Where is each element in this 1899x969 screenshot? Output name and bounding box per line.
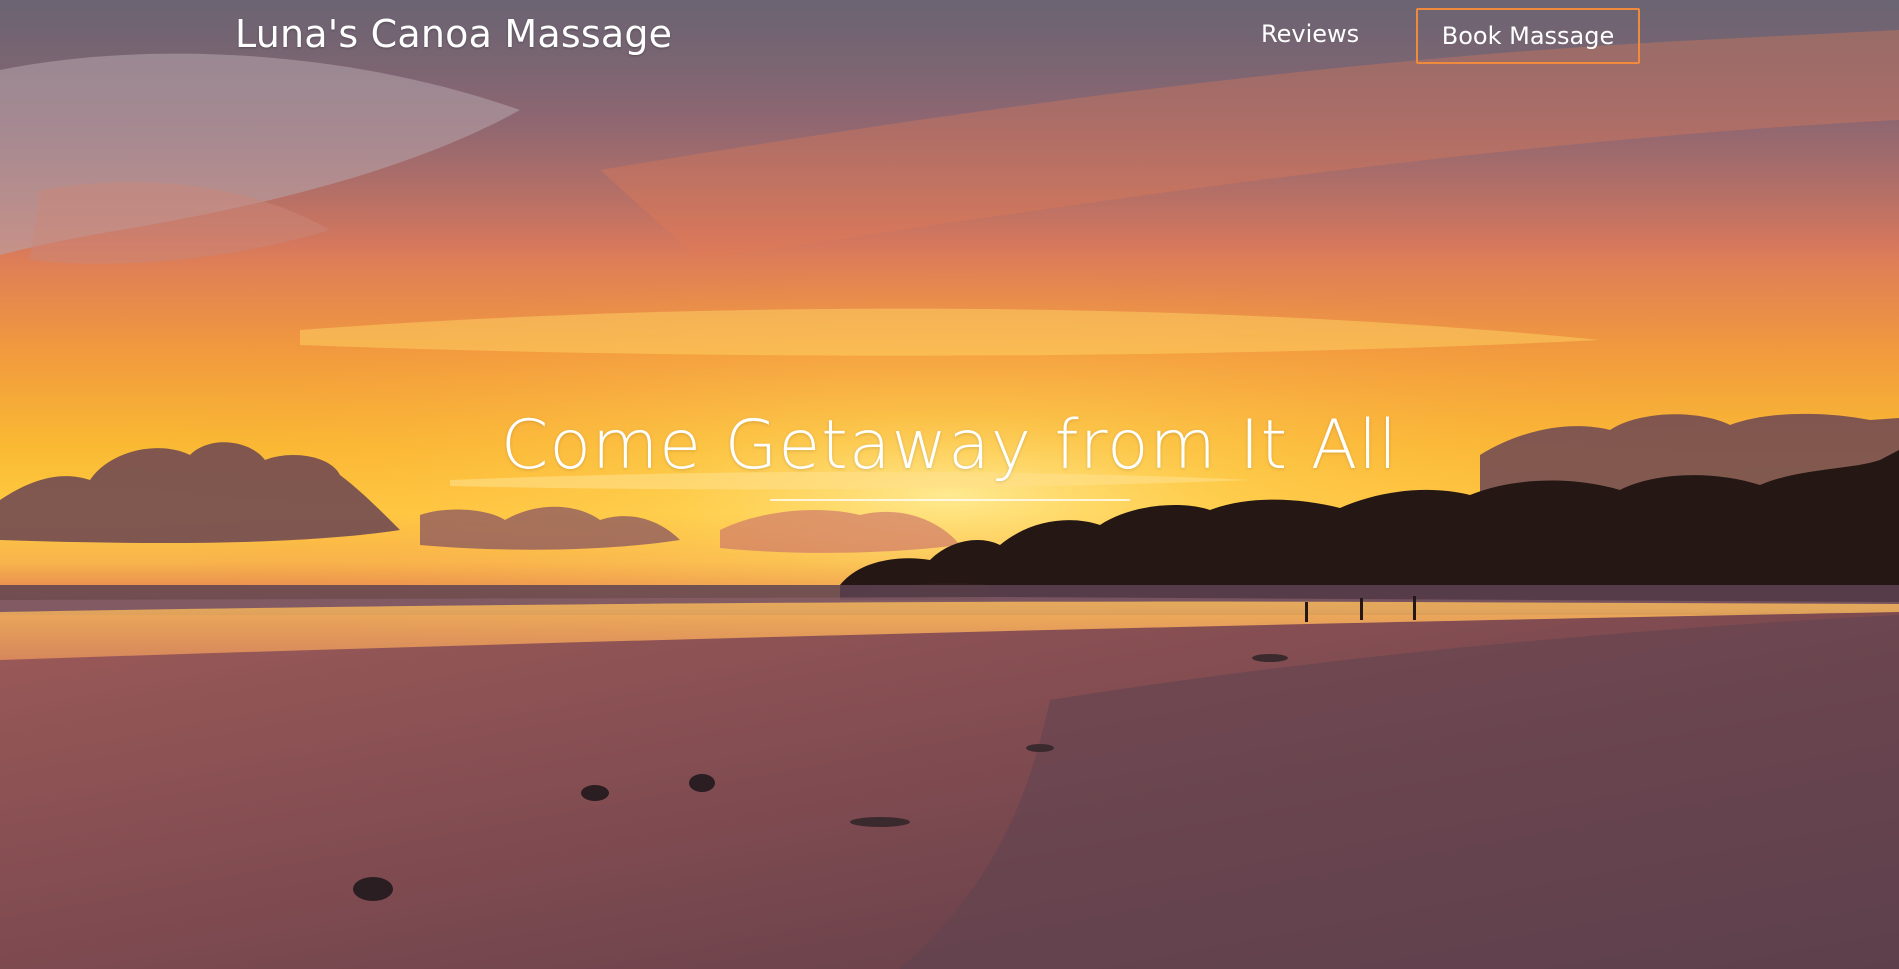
site-brand[interactable]: Luna's Canoa Massage: [235, 12, 672, 56]
hero-headline: Come Getaway from It All: [500, 406, 1399, 485]
top-navigation: Luna's Canoa Massage Reviews Book Massag…: [0, 0, 1899, 80]
hero-section: Luna's Canoa Massage Reviews Book Massag…: [0, 0, 1899, 969]
headline-divider: [770, 499, 1130, 501]
nav-reviews-link[interactable]: Reviews: [1261, 20, 1359, 48]
book-massage-button[interactable]: Book Massage: [1416, 8, 1640, 64]
